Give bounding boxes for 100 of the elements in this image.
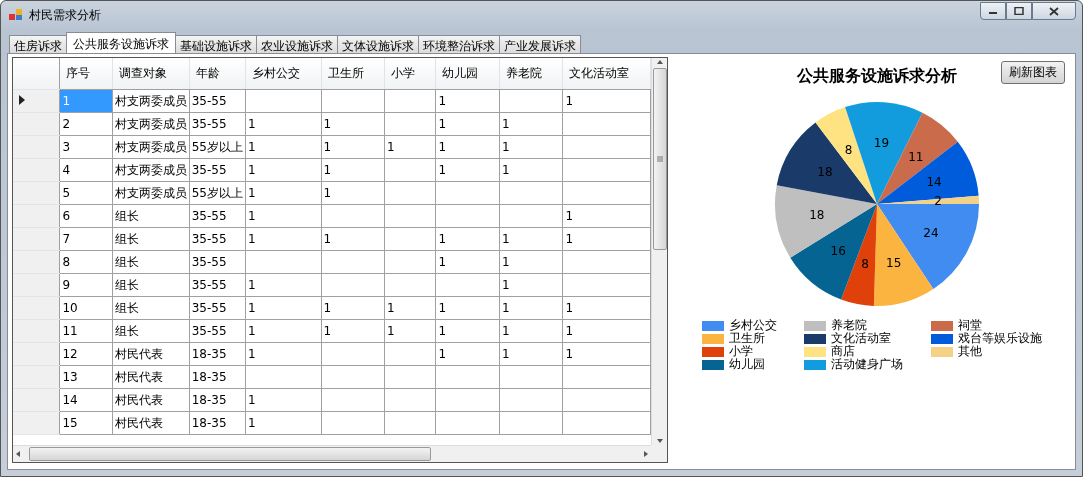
legend-label: 养老院 — [831, 319, 867, 332]
table-cell: 村民代表 — [112, 342, 190, 366]
table-cell: 1 — [499, 135, 563, 159]
table-cell: 1 — [562, 296, 651, 320]
column-header[interactable]: 卫生所 — [321, 58, 385, 90]
table-cell: 11 — [59, 319, 113, 343]
tab[interactable]: 文体设施诉求 — [337, 35, 419, 53]
slice-label: 24 — [922, 225, 939, 240]
table-cell: 13 — [59, 365, 113, 389]
table-cell: 1 — [245, 181, 321, 205]
table-cell: 1 — [435, 319, 500, 343]
table-cell: 9 — [59, 273, 113, 297]
scroll-down-arrow-icon[interactable] — [655, 437, 664, 445]
table-cell — [499, 204, 563, 228]
table-cell — [384, 204, 436, 228]
window-title: 村民需求分析 — [29, 6, 101, 24]
table-cell: 组长 — [112, 273, 190, 297]
table-cell — [384, 342, 436, 366]
chart-title: 公共服务设施诉求分析 — [796, 66, 957, 87]
table-cell: 1 — [245, 342, 321, 366]
slice-label: 18 — [808, 208, 824, 223]
table-cell: 村民代表 — [112, 365, 190, 389]
horizontal-scrollbar[interactable] — [13, 445, 651, 462]
table-cell: 1 — [321, 112, 385, 136]
table-cell: 35-55 — [189, 296, 246, 320]
table-cell: 35-55 — [189, 158, 246, 182]
app-icon — [9, 9, 23, 21]
tab[interactable]: 公共服务设施诉求 — [66, 32, 176, 53]
scrollbar-thumb[interactable] — [652, 68, 667, 250]
slice-label: 11 — [907, 149, 923, 164]
table-cell: 1 — [562, 227, 651, 251]
refresh-chart-button[interactable]: 刷新图表 — [1001, 61, 1065, 84]
table-cell: 1 — [245, 411, 321, 435]
table-cell: 1 — [321, 319, 385, 343]
table-cell: 1 — [499, 158, 563, 182]
maximize-button[interactable] — [1006, 2, 1032, 20]
table-cell: 1 — [499, 342, 563, 366]
column-header[interactable]: 序号 — [59, 58, 113, 90]
column-header[interactable]: 乡村公交 — [245, 58, 321, 90]
table-cell: 1 — [384, 319, 436, 343]
vertical-scrollbar[interactable] — [651, 58, 667, 445]
minimize-button[interactable] — [980, 2, 1006, 20]
scroll-up-arrow-icon[interactable] — [655, 58, 664, 66]
table-cell: 7 — [59, 227, 113, 251]
table-cell — [499, 388, 563, 412]
table-cell: 55岁以上 — [189, 181, 246, 205]
table-cell: 1 — [499, 250, 563, 274]
table-cell: 1 — [245, 296, 321, 320]
table-cell — [499, 89, 563, 113]
table-cell: 35-55 — [189, 89, 246, 113]
table-cell: 1 — [435, 342, 500, 366]
row-header[interactable] — [13, 89, 60, 113]
column-header[interactable]: 幼儿园 — [435, 58, 500, 90]
column-header[interactable]: 调查对象 — [112, 58, 190, 90]
table-cell: 组长 — [112, 296, 190, 320]
table-cell: 5 — [59, 181, 113, 205]
close-icon — [1049, 6, 1059, 16]
tab[interactable]: 农业设施诉求 — [256, 35, 338, 53]
table-cell — [384, 89, 436, 113]
grip-icon — [656, 156, 663, 162]
table-cell: 1 — [245, 319, 321, 343]
table-cell — [384, 388, 436, 412]
table-cell — [435, 411, 500, 435]
table-cell — [321, 273, 385, 297]
table-cell: 组长 — [112, 319, 190, 343]
tab[interactable]: 住房诉求 — [9, 35, 67, 53]
column-header[interactable]: 文化活动室 — [562, 58, 651, 90]
table-cell: 组长 — [112, 227, 190, 251]
table-cell — [435, 181, 500, 205]
table-cell — [384, 158, 436, 182]
legend-label: 祠堂 — [958, 319, 982, 332]
table-cell: 18-35 — [189, 342, 246, 366]
slice-label: 18 — [816, 164, 833, 179]
tab[interactable]: 环境整治诉求 — [418, 35, 500, 53]
column-header[interactable]: 养老院 — [499, 58, 563, 90]
table-cell: 1 — [384, 135, 436, 159]
table-cell: 1 — [435, 296, 500, 320]
table-cell — [499, 181, 563, 205]
table-cell: 1 — [245, 135, 321, 159]
table-cell: 村支两委成员 — [112, 158, 190, 182]
tab[interactable]: 产业发展诉求 — [499, 35, 581, 53]
table-cell: 1 — [321, 181, 385, 205]
legend-label: 其他 — [958, 345, 982, 358]
column-header[interactable]: 年龄 — [189, 58, 246, 90]
column-header[interactable]: 小学 — [384, 58, 436, 90]
legend-label: 乡村公交 — [729, 319, 777, 332]
table-cell: 3 — [59, 135, 113, 159]
table-cell: 1 — [245, 158, 321, 182]
table-cell: 35-55 — [189, 319, 246, 343]
table-cell — [384, 181, 436, 205]
table-cell: 1 — [321, 135, 385, 159]
scrollbar-thumb[interactable] — [29, 447, 431, 461]
table-cell — [384, 227, 436, 251]
table-cell — [499, 411, 563, 435]
table-cell: 1 — [245, 273, 321, 297]
table-cell: 18-35 — [189, 411, 246, 435]
legend-label: 文化活动室 — [831, 332, 891, 345]
close-button[interactable] — [1032, 2, 1076, 20]
slice-label: 15 — [885, 255, 901, 270]
tab[interactable]: 基础设施诉求 — [175, 35, 257, 53]
